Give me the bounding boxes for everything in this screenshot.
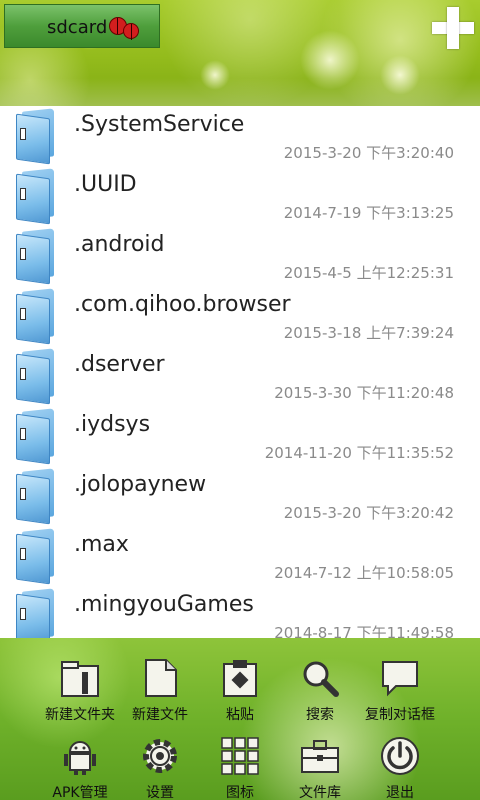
file-row[interactable]: .jolopaynew 2015-3-20 下午3:20:42 bbox=[0, 466, 480, 526]
file-date: 2014-7-12 上午10:58:05 bbox=[274, 564, 454, 582]
copy-dialog-icon bbox=[382, 661, 418, 697]
folder-icon bbox=[16, 588, 56, 638]
file-row[interactable]: .SystemService 2015-3-20 下午3:20:40 bbox=[0, 106, 480, 166]
file-date: 2015-3-20 下午3:20:42 bbox=[283, 504, 454, 522]
copy-dialog-button[interactable]: 复制对话框 bbox=[352, 652, 448, 730]
location-label: sdcard bbox=[47, 17, 108, 38]
file-date: 2014-8-17 下午11:49:58 bbox=[274, 624, 454, 638]
file-name: .android bbox=[74, 232, 165, 257]
header-bar: sdcard bbox=[0, 0, 480, 106]
file-date: 2015-3-20 下午3:20:40 bbox=[283, 144, 454, 162]
location-button[interactable]: sdcard bbox=[4, 4, 160, 48]
folder-icon bbox=[16, 408, 56, 465]
exit-button[interactable]: 退出 bbox=[352, 730, 448, 800]
file-row[interactable]: .UUID 2014-7-19 下午3:13:25 bbox=[0, 166, 480, 226]
exit-label: 退出 bbox=[386, 785, 414, 800]
paste-icon bbox=[223, 660, 257, 697]
file-row[interactable]: .dserver 2015-3-30 下午11:20:48 bbox=[0, 346, 480, 406]
file-list[interactable]: .SystemService 2015-3-20 下午3:20:40 .UUID 20… bbox=[0, 106, 480, 638]
file-row[interactable]: .iydsys 2014-11-20 下午11:35:52 bbox=[0, 406, 480, 466]
file-name: .com.qihoo.browser bbox=[74, 292, 291, 317]
file-date: 2015-3-30 下午11:20:48 bbox=[274, 384, 454, 402]
file-row[interactable]: .com.qihoo.browser 2015-3-18 上午7:39:24 bbox=[0, 286, 480, 346]
android-icon bbox=[64, 741, 96, 775]
file-name: .iydsys bbox=[74, 412, 151, 437]
folder-icon bbox=[16, 168, 56, 225]
file-date: 2015-3-18 上午7:39:24 bbox=[283, 324, 454, 342]
file-name: .dserver bbox=[74, 352, 165, 377]
folder-icon bbox=[16, 468, 56, 525]
file-row[interactable]: .android 2015-4-5 上午12:25:31 bbox=[0, 226, 480, 286]
file-name: .SystemService bbox=[74, 112, 245, 137]
search-icon bbox=[303, 661, 339, 697]
file-name: .mingyouGames bbox=[74, 592, 254, 617]
new-file-icon bbox=[145, 659, 177, 697]
grid-icon bbox=[221, 737, 259, 775]
add-button[interactable] bbox=[430, 6, 476, 52]
new-folder-icon bbox=[61, 661, 99, 697]
folder-icon bbox=[16, 348, 56, 405]
gear-icon bbox=[143, 739, 177, 773]
folder-icon bbox=[16, 108, 56, 165]
copy-dialog-label: 复制对话框 bbox=[365, 707, 435, 723]
file-name: .max bbox=[74, 532, 129, 557]
toolbox-icon bbox=[301, 740, 339, 773]
folder-icon bbox=[16, 288, 56, 345]
file-name: .jolopaynew bbox=[74, 472, 207, 497]
bottom-toolbar: 新建文件夹 新建文件 粘贴 搜索 复制对话框 APK管理 设置 图标 文件库 退… bbox=[0, 638, 480, 800]
folder-icon bbox=[16, 228, 56, 285]
ladybug-icon bbox=[123, 23, 139, 40]
file-row[interactable]: .max 2014-7-12 上午10:58:05 bbox=[0, 526, 480, 586]
file-date: 2015-4-5 上午12:25:31 bbox=[283, 264, 454, 282]
power-icon bbox=[381, 737, 419, 775]
file-date: 2014-11-20 下午11:35:52 bbox=[264, 444, 454, 462]
file-name: .UUID bbox=[74, 172, 137, 197]
file-date: 2014-7-19 下午3:13:25 bbox=[283, 204, 454, 222]
folder-icon bbox=[16, 528, 56, 585]
file-row[interactable]: .mingyouGames 2014-8-17 下午11:49:58 bbox=[0, 586, 480, 638]
